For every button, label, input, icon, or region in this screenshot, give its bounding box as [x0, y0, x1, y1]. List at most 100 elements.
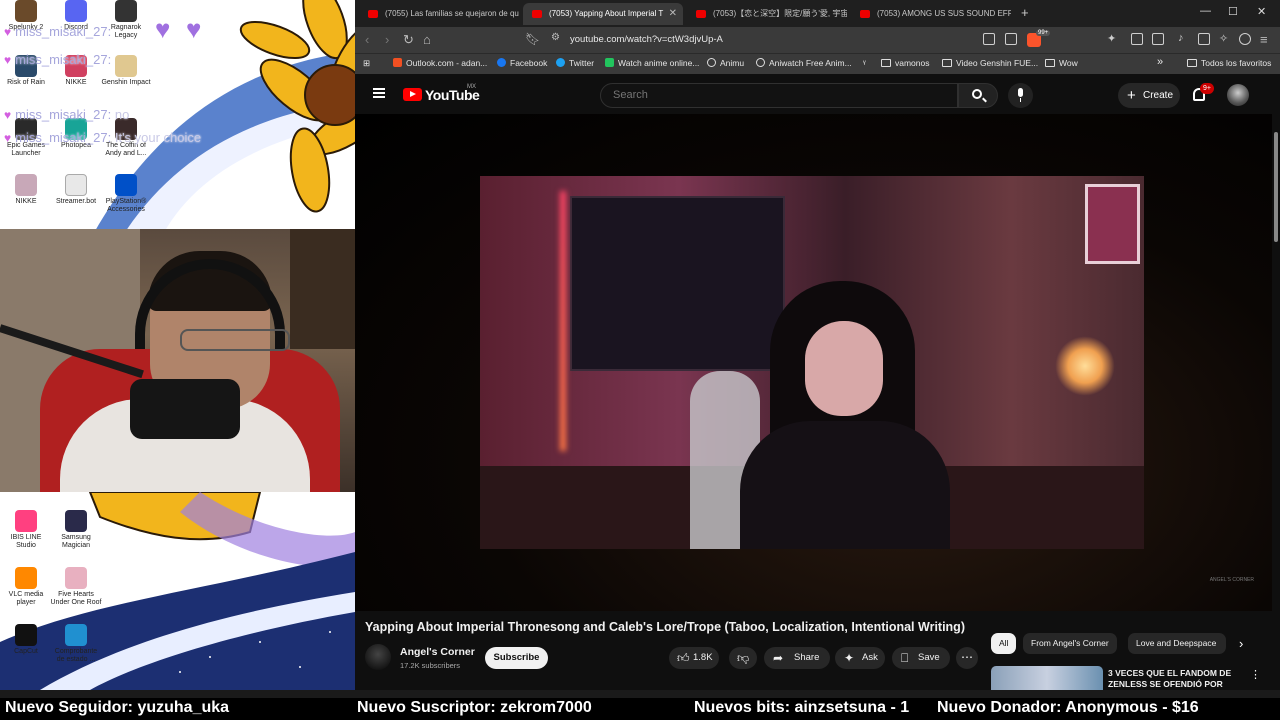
desktop-overlay: Spelunky 2 Discord Ragnarok Legacy Risk …	[0, 0, 355, 690]
thumbs-down-icon: 👎︎	[737, 651, 750, 665]
recommended-thumbnail[interactable]	[991, 666, 1103, 690]
desktop-icon[interactable]: Comprobante de estado ...	[50, 624, 102, 664]
sidebar-icon[interactable]	[1152, 33, 1164, 45]
ticker-new-follower: Nuevo Seguidor: yuzuha_uka	[5, 699, 230, 716]
chip-love-and-deepspace[interactable]: Love and Deepspace	[1128, 633, 1226, 654]
close-tab-icon[interactable]: ✕	[669, 3, 677, 25]
page-scrollbar[interactable]	[1272, 114, 1280, 244]
bookmark-icon[interactable]: 🔖︎	[525, 32, 540, 46]
vpn-icon[interactable]	[1239, 33, 1251, 45]
extensions-puzzle-icon[interactable]	[1131, 33, 1143, 45]
account-avatar[interactable]	[1227, 84, 1249, 106]
screen: Spelunky 2 Discord Ragnarok Legacy Risk …	[0, 0, 1280, 720]
more-actions-icon[interactable]: ⋯	[956, 647, 978, 669]
plus-icon: +	[1127, 87, 1136, 104]
maximize-button[interactable]: ☐	[1228, 5, 1238, 18]
like-button[interactable]: 👍︎ 1.8K	[669, 647, 719, 669]
bookmark-folder-video-genshin[interactable]: Video Genshin FUE...	[942, 58, 1038, 68]
desktop-icon-nikke[interactable]: NIKKE	[0, 174, 52, 206]
video-frame	[480, 176, 1144, 549]
create-button[interactable]: + Create	[1118, 83, 1180, 108]
bookmark-animu[interactable]: Animu	[707, 58, 744, 68]
close-window-button[interactable]: ✕	[1257, 5, 1266, 18]
webcam-feed	[0, 229, 355, 492]
ask-button[interactable]: ✦ Ask	[835, 647, 885, 669]
minimize-button[interactable]: —	[1200, 5, 1211, 17]
channel-avatar[interactable]	[365, 644, 391, 670]
save-button[interactable]: ⎕ Save	[892, 647, 950, 669]
browser-tab[interactable]: (7053)【恋と深空】限定/願う'愛, 宇宙	[687, 3, 847, 25]
video-title: Yapping About Imperial Thronesong and Ca…	[365, 620, 965, 634]
url-field[interactable]: youtube.com/watch?v=ctW3djvUp-A	[570, 34, 723, 45]
chevron-right-icon[interactable]: ›	[1239, 636, 1243, 651]
desktop-icon-samsung-magician[interactable]: Samsung Magician	[50, 510, 102, 550]
youtube-favicon-icon	[368, 10, 378, 18]
sparkle-icon: ✦	[844, 651, 855, 665]
microsoft-icon	[393, 58, 402, 67]
youtube-logo-icon[interactable]	[403, 88, 422, 101]
browser-tab[interactable]: (7055) Las familias se quejaron de qu	[359, 3, 519, 25]
chat-message: ♥ miss_misaki_27:	[4, 24, 112, 39]
share-button[interactable]: ➦ Share	[764, 647, 830, 669]
channel-name[interactable]: Angel's Corner	[400, 646, 475, 658]
desktop-icon-capcut[interactable]: CapCut	[0, 624, 52, 656]
bookmark-folder-wow[interactable]: Wow	[1045, 58, 1078, 68]
subscribe-button[interactable]: Subscribe	[485, 647, 548, 669]
dislike-button[interactable]: 👎︎	[729, 647, 757, 669]
ticker-new-subscriber: Nuevo Suscriptor: zekrom7000	[357, 699, 592, 716]
chip-from-channel[interactable]: From Angel's Corner	[1023, 633, 1117, 654]
bookmarks-bar: ⊞ Outlook.com - adan... Facebook Twitter…	[355, 53, 1280, 74]
purple-heart-emote: ♥	[186, 14, 202, 44]
home-icon[interactable]: ⌂	[423, 32, 431, 47]
tab-bar: (7055) Las familias se quejaron de qu (7…	[355, 0, 1280, 27]
recommended-title[interactable]: 3 VECES QUE EL FANDOM DE ZENLESS SE OFEN…	[1108, 668, 1238, 690]
extension-icon[interactable]: ✦	[1107, 32, 1119, 45]
badge-heart-icon: ♥	[4, 108, 12, 122]
anime-icon	[605, 58, 614, 67]
share-icon[interactable]	[1005, 33, 1017, 45]
reload-button[interactable]: ↻	[403, 32, 414, 48]
badge-heart-icon: ♥	[4, 131, 12, 145]
bookmark-outlook[interactable]: Outlook.com - adan...	[393, 58, 487, 68]
share-arrow-icon: ➦	[773, 651, 784, 665]
video-player[interactable]: ANGEL'S CORNER	[355, 114, 1272, 611]
desktop-icon-streamerbot[interactable]: Streamer.bot	[50, 174, 102, 206]
bookmarks-overflow-button[interactable]: »	[1157, 56, 1163, 68]
apps-grid-icon[interactable]: ⊞	[363, 58, 370, 69]
search-button[interactable]	[958, 83, 998, 108]
new-tab-button[interactable]: +	[1021, 5, 1029, 20]
back-button[interactable]: ‹	[365, 32, 369, 47]
cast-icon[interactable]	[983, 33, 995, 45]
browser-tab-active[interactable]: (7053) Yapping About Imperial T ✕	[523, 3, 683, 25]
extension-bookmark-icon[interactable]: ᵞ	[863, 58, 866, 68]
chat-message: ♥ miss_misaki_27:	[4, 52, 112, 67]
hamburger-menu-icon[interactable]	[373, 88, 385, 98]
folder-icon	[1045, 59, 1055, 67]
youtube-favicon-icon	[696, 10, 706, 18]
forward-button[interactable]: ›	[385, 32, 389, 47]
bookmark-folder-vamonos[interactable]: vamonos	[881, 58, 930, 68]
desktop-icon-playstation[interactable]: PlayStation® Accessories	[100, 174, 152, 214]
desktop-icon[interactable]: Five Hearts Under One Roof	[50, 567, 102, 607]
chat-message: ♥ miss_misaki_27: It's your choice	[4, 130, 202, 145]
all-bookmarks-folder[interactable]: Todos los favoritos	[1187, 58, 1271, 68]
desktop-icon-vlc[interactable]: VLC media player	[0, 567, 52, 607]
bookmark-watch-anime[interactable]: Watch anime online...	[605, 58, 699, 68]
voice-search-button[interactable]	[1008, 83, 1033, 108]
search-input[interactable]	[613, 89, 943, 101]
site-info-icon[interactable]: ⚙︎	[551, 32, 560, 43]
bookmark-twitter[interactable]: Twitter	[556, 58, 594, 68]
menu-icon[interactable]: ≡	[1260, 32, 1268, 47]
chip-all[interactable]: All	[991, 633, 1017, 654]
desktop-icon-ibis[interactable]: IBIS LINE Studio	[0, 510, 52, 550]
bookmark-aniwatch[interactable]: Aniwatch Free Anim...	[756, 58, 852, 68]
search-box	[600, 83, 958, 108]
music-icon[interactable]: ♪	[1178, 32, 1190, 44]
leo-ai-icon[interactable]: ✧	[1219, 32, 1231, 45]
facebook-icon	[497, 58, 506, 67]
stream-alert-ticker: Nuevo Seguidor: yuzuha_uka Nuevo Suscrip…	[0, 698, 1280, 720]
browser-tab[interactable]: (7053) AMONG US SUS SOUND EFFE	[851, 3, 1011, 25]
wallet-icon[interactable]	[1198, 33, 1210, 45]
recommended-menu-icon[interactable]: ⋮	[1250, 668, 1261, 681]
bookmark-facebook[interactable]: Facebook	[497, 58, 547, 68]
